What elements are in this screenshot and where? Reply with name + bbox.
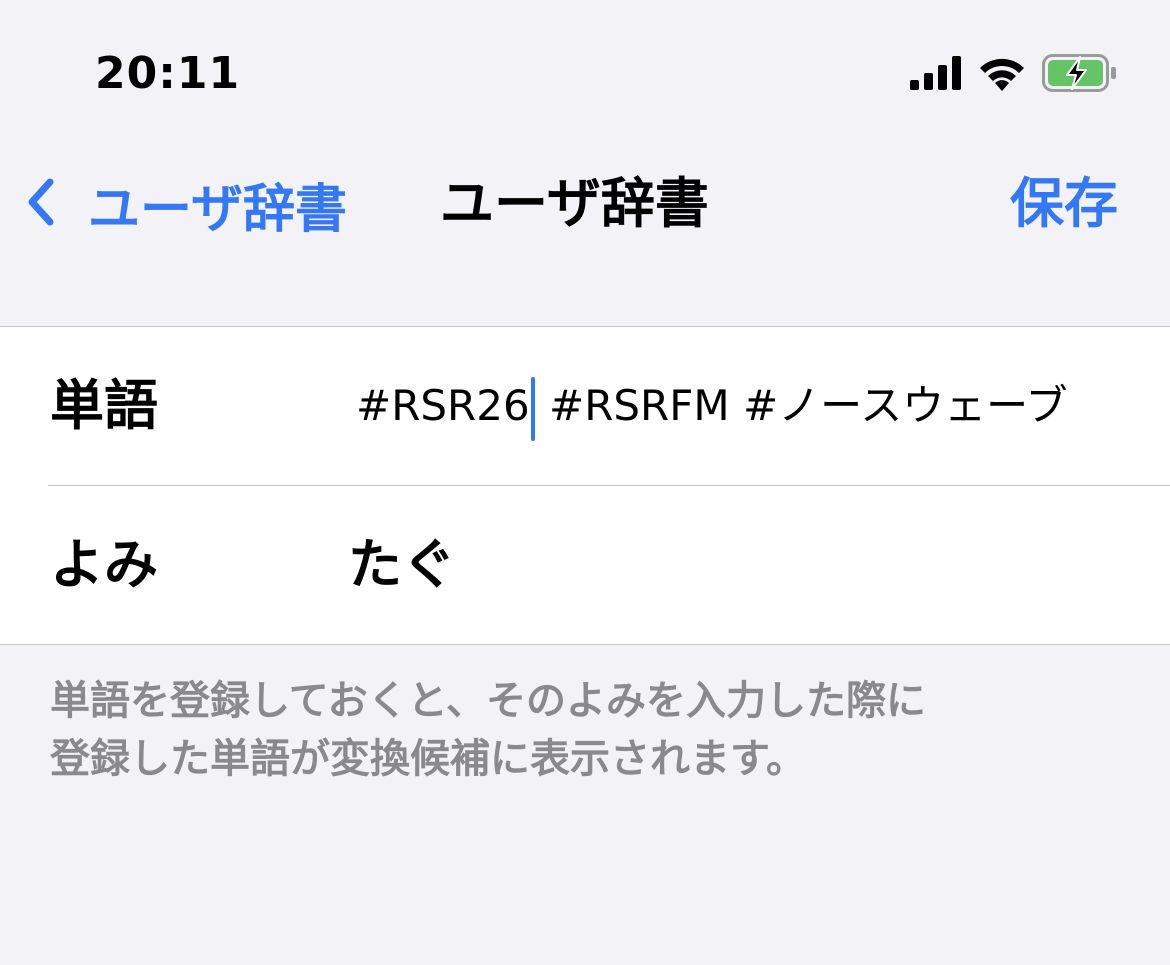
- word-input-text-before-caret: #RSR26: [356, 381, 530, 430]
- save-button[interactable]: 保存: [1010, 168, 1118, 240]
- reading-row: よみ たぐ: [48, 485, 1170, 644]
- word-label: 単語: [50, 374, 158, 437]
- wifi-icon: [978, 55, 1026, 95]
- status-bar: 20:11: [0, 0, 1170, 150]
- cellular-signal-icon: [910, 56, 962, 94]
- word-input-text-after-caret: #RSRFM #ノースウェーブ: [535, 381, 1068, 430]
- page-title: ユーザ辞書: [440, 172, 709, 235]
- back-button-label: ユーザ辞書: [88, 179, 347, 240]
- text-caret: [530, 376, 535, 441]
- reading-input[interactable]: たぐ: [348, 486, 456, 644]
- word-input[interactable]: #RSR26 #RSRFM #ノースウェーブ: [356, 327, 1068, 485]
- chevron-left-icon: [26, 178, 54, 230]
- word-form: 単語 #RSR26 #RSRFM #ノースウェーブ よみ たぐ: [0, 326, 1170, 645]
- back-button[interactable]: ユーザ辞書: [26, 168, 347, 240]
- footer-note-line-2: 登録した単語が変換候補に表示されます。: [50, 736, 806, 782]
- word-row: 単語 #RSR26 #RSRFM #ノースウェーブ: [0, 327, 1170, 485]
- battery-charging-icon: [1042, 54, 1118, 96]
- reading-label: よみ: [50, 533, 158, 596]
- footer-note-line-1: 単語を登録しておくと、そのよみを入力した際に: [50, 678, 926, 724]
- status-time: 20:11: [95, 48, 241, 99]
- footer-note: 単語を登録しておくと、そのよみを入力した際に 登録した単語が変換候補に表示されま…: [50, 672, 1130, 788]
- navigation-bar: ユーザ辞書 ユーザ辞書 保存: [0, 150, 1170, 260]
- status-icons: [910, 54, 1118, 96]
